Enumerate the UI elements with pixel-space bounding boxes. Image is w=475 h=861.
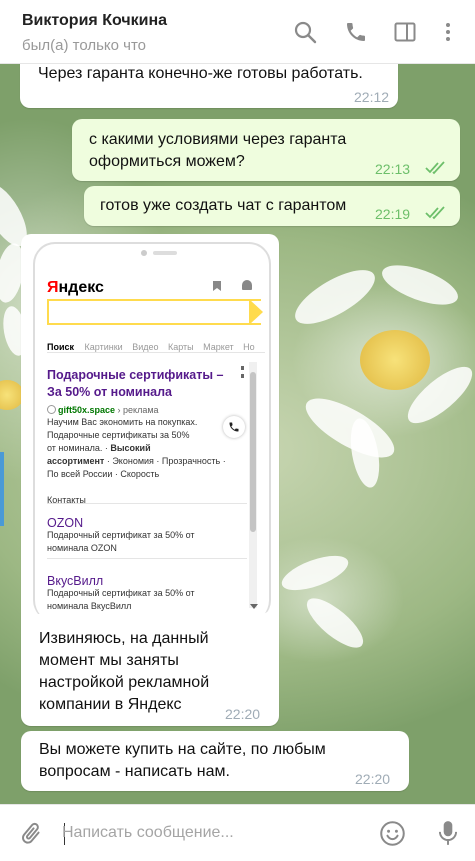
scroll-down-arrow [250,604,258,609]
result-desc-line: Подарочный сертификат за 50% от [47,588,195,598]
message-time: 22:20 [355,771,391,787]
tab-search: Поиск [47,342,75,352]
message-time: 22:13 [375,161,411,177]
left-edge-accent [0,452,4,526]
message-bubble[interactable]: готов уже создать чат с гарантом 22:19 [84,186,460,226]
yandex-search-box [47,299,261,325]
ad-desc-line: Научим Вас экономить на покупках. [47,417,198,427]
message-text-line: настройкой рекламной [39,674,210,691]
results-divider [47,558,247,559]
message-text: Извиняюсь, на данный момент мы заняты на… [39,628,209,716]
attach-icon[interactable] [18,821,44,847]
message-text-line: Вы можете купить на сайте, по любым [39,741,326,758]
message-text-line: с какими условиями через гаранта [89,131,347,148]
message-time: 22:12 [354,89,390,105]
ad-desc-line: По всей России · Скорость [47,469,160,479]
image-attachment[interactable]: Яндекс Поиск Картинки Видео Карты Маркет… [27,240,271,614]
ad-desc-bold: Высокий [110,443,151,453]
scrollbar [249,362,257,608]
contact-status: был(а) только что [22,37,147,54]
emoji-icon[interactable] [379,820,406,847]
phone-icon[interactable] [344,20,368,44]
message-text: Через гаранта конечно-же готовы работать… [38,65,363,82]
result-desc-line: номинала OZON [47,543,117,553]
message-composer [0,804,475,861]
yandex-tabs: Поиск Картинки Видео Карты Маркет Но [47,336,255,358]
message-bubble[interactable]: с какими условиями через гаранта оформит… [72,119,460,181]
message-input[interactable] [62,818,362,848]
message-time: 22:20 [225,706,261,722]
message-text: готов уже создать чат с гарантом [100,197,347,214]
message-time: 22:19 [375,206,411,222]
result-desc: Подарочный сертификат за 50% от номинала… [47,587,195,613]
phone-small-icon [229,422,239,432]
message-bubble-with-image[interactable]: Яндекс Поиск Картинки Видео Карты Маркет… [21,234,279,726]
yandex-logo-rest: ндекс [58,279,104,296]
results-divider [47,503,247,504]
tab-video: Видео [132,342,159,352]
result-desc-line: Подарочный сертификат за 50% от [47,530,195,540]
sidebar-toggle-icon[interactable] [393,20,417,44]
tab-more: Но [243,342,255,352]
message-text-line: Извиняюсь, на данный [39,630,209,647]
more-vert-icon[interactable] [436,20,460,44]
ad-desc-bold: ассортимент [47,456,105,466]
message-text-line: вопросам - написать нам. [39,763,230,780]
tabs-divider [47,352,265,353]
result-desc-line: номинала ВкусВилл [47,601,132,611]
phone-camera [141,250,147,256]
ad-desc-line: от номинала. [47,443,103,453]
result-desc: Подарочный сертификат за 50% от номинала… [47,529,195,555]
ad-domain-suffix: › реклама [117,405,159,415]
ad-contacts-link: Контакты [47,495,86,505]
read-checkmarks-icon [425,161,445,175]
message-text-line: компании в Яндекс [39,696,182,713]
ad-options-icon [241,366,244,378]
ad-call-button [223,416,245,438]
chat-header: Виктория Кочкина был(а) только что [0,0,475,64]
yandex-logo: Яндекс [47,279,104,296]
ad-desc-line: · Экономия · Прозрачность · [104,456,226,466]
tab-market: Маркет [203,342,234,352]
read-checkmarks-icon [425,206,445,220]
microphone-icon[interactable] [435,819,461,847]
globe-icon [47,405,56,414]
tab-images: Картинки [84,342,123,352]
contact-name[interactable]: Виктория Кочкина [22,12,167,30]
tab-maps: Карты [168,342,194,352]
ad-desc-line: Подарочные сертификаты за 50% [47,430,190,440]
phone-speaker [153,251,177,255]
message-text-line: момент мы заняты [39,652,179,669]
search-icon[interactable] [293,20,317,44]
ad-desc: Научим Вас экономить на покупках. Подаро… [47,416,247,481]
message-text-line: оформиться можем? [89,153,245,170]
bell-icon [242,280,252,290]
message-bubble[interactable]: Вы можете купить на сайте, по любым вопр… [21,731,409,791]
ad-domain: gift50x.space [58,405,116,415]
